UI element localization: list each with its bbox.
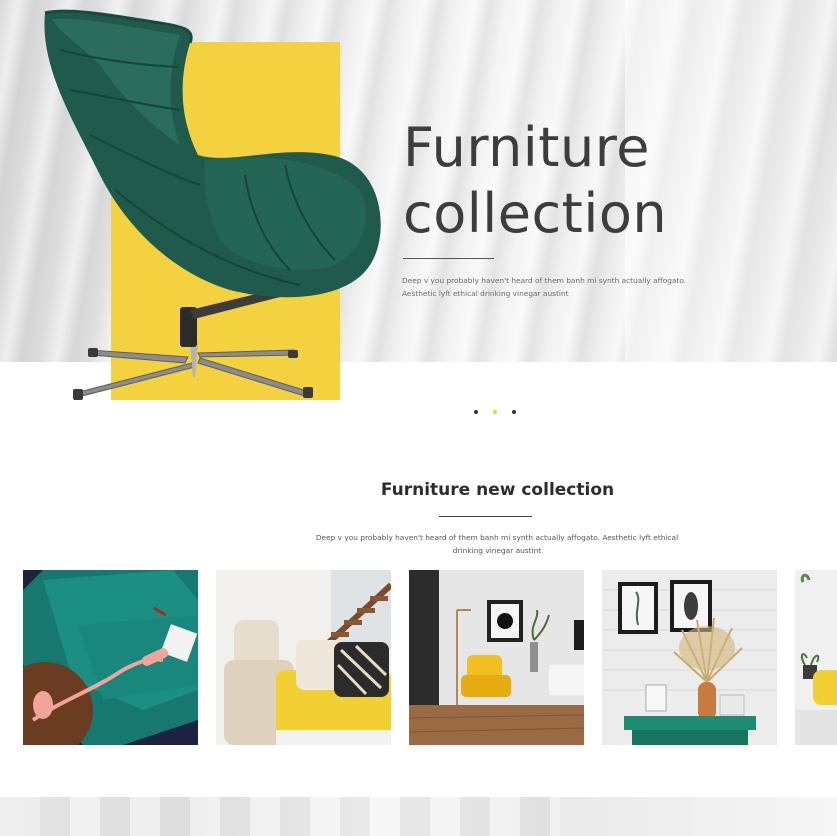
hero-description-line-2: Aesthetic lyft ethical drinking vinegar … [402, 289, 569, 298]
slider-dots [474, 410, 516, 414]
yellow-armchair-floor-lamp-photo-icon [409, 570, 584, 745]
dried-flowers-vase-green-console-photo-icon [602, 570, 777, 745]
hero-title-line-2: collection [403, 182, 668, 245]
hero-title-line-1: Furniture [403, 116, 650, 179]
yellow-chair-plant-photo-icon [795, 570, 837, 745]
hero-title: Furniture collection [403, 115, 667, 247]
hero-divider [403, 258, 494, 259]
green-lounge-chair-icon [44, 9, 381, 400]
section-description: Deep v you probably haven't heard of the… [312, 531, 682, 557]
gallery-card-2[interactable] [216, 570, 391, 745]
hero-description-line-1: Deep v you probably haven't heard of the… [402, 276, 687, 285]
slider-dot-3[interactable] [512, 410, 516, 414]
next-section-banner [0, 797, 837, 836]
green-velvet-sofa-phone-photo-icon [23, 570, 198, 745]
slider-dot-1[interactable] [474, 410, 478, 414]
cream-armchair-yellow-sofa-photo-icon [216, 570, 391, 745]
gallery-card-5[interactable] [795, 570, 837, 745]
section-title: Furniture new collection [380, 480, 615, 500]
gallery-card-1[interactable] [23, 570, 198, 745]
section-divider [439, 516, 532, 517]
gallery-card-4[interactable] [602, 570, 777, 745]
product-gallery [23, 570, 837, 745]
gallery-card-3[interactable] [409, 570, 584, 745]
section-description-line-1: Deep v you probably haven't heard of the… [315, 533, 679, 542]
slider-dot-2[interactable] [493, 410, 497, 414]
section-description-line-2: drinking vinegar austint [452, 546, 542, 555]
hero-description: Deep v you probably haven't heard of the… [402, 274, 702, 300]
